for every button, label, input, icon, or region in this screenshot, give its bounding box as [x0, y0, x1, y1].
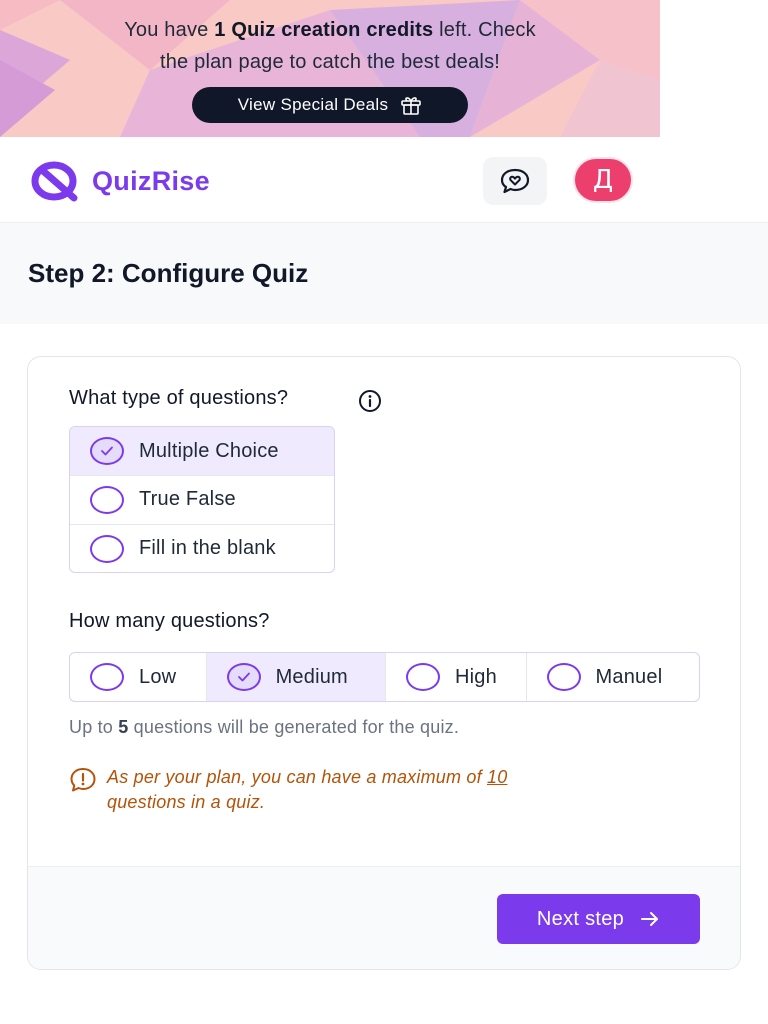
radio-checked-icon	[226, 663, 261, 691]
option-fill-in-the-blank[interactable]: Fill in the blank	[70, 524, 334, 572]
option-low[interactable]: Low	[70, 653, 206, 701]
quizrise-logo[interactable]: QuizRise	[30, 160, 210, 202]
card-footer: Next step	[28, 866, 740, 969]
plan-text-suffix: questions in a quiz.	[107, 792, 266, 812]
radio-checked-icon	[90, 437, 124, 465]
arrow-right-icon	[641, 912, 659, 926]
logo-text: QuizRise	[92, 165, 210, 196]
option-label: Manuel	[595, 665, 663, 688]
radio-empty-icon	[90, 485, 124, 514]
option-label: True False	[139, 488, 236, 510]
radio-empty-icon	[90, 534, 124, 563]
plan-limit-text: As per your plan, you can have a maximum…	[107, 765, 667, 815]
app-header: QuizRise Д	[0, 137, 660, 223]
banner-text-suffix: left. Check	[433, 19, 536, 41]
hint-count: 5	[118, 717, 129, 737]
option-label: Multiple Choice	[139, 439, 279, 462]
plan-text-prefix: As per your plan, you can have a maximum…	[107, 767, 487, 787]
quizrise-logo-icon	[31, 161, 78, 202]
radio-empty-icon	[90, 663, 124, 691]
question-type-label: What type of questions?	[69, 387, 289, 409]
user-avatar[interactable]: Д	[573, 157, 633, 203]
page-title: Step 2: Configure Quiz	[28, 258, 309, 288]
warning-chat-icon	[70, 768, 96, 792]
next-step-button[interactable]: Next step	[497, 894, 700, 944]
banner-message: You have 1 Quiz creation credits left. C…	[0, 14, 660, 78]
promo-banner: You have 1 Quiz creation credits left. C…	[0, 0, 660, 137]
option-multiple-choice[interactable]: Multiple Choice	[70, 427, 334, 475]
option-label: Medium	[275, 665, 348, 688]
view-special-deals-button[interactable]: View Special Deals	[192, 87, 468, 123]
option-label: High	[455, 665, 497, 688]
avatar-initial: Д	[592, 165, 614, 195]
question-count-options: Low Medium High Manuel	[69, 652, 700, 702]
chat-heart-icon	[500, 168, 530, 194]
deals-button-label: View Special Deals	[237, 95, 389, 114]
banner-credits-count: 1 Quiz creation credits	[214, 19, 434, 41]
feedback-chat-button[interactable]	[483, 157, 547, 205]
gift-icon	[401, 97, 422, 115]
option-true-false[interactable]: True False	[70, 475, 334, 523]
banner-text-line2: the plan page to catch the best deals!	[159, 51, 501, 73]
question-count-hint: Up to 5 questions will be generated for …	[69, 717, 459, 738]
configure-quiz-card: What type of questions? Multiple Choice …	[27, 356, 741, 970]
option-label: Low	[139, 665, 177, 688]
question-type-options: Multiple Choice True False Fill in the b…	[69, 426, 335, 573]
hint-prefix: Up to	[69, 717, 119, 737]
info-icon[interactable]	[358, 389, 382, 413]
option-manuel[interactable]: Manuel	[525, 653, 699, 701]
next-step-label: Next step	[536, 907, 625, 930]
option-medium[interactable]: Medium	[205, 653, 385, 701]
banner-text-prefix: You have	[124, 19, 215, 41]
plan-limit-link[interactable]: 10	[487, 767, 507, 787]
radio-empty-icon	[546, 663, 581, 691]
hint-suffix: questions will be generated for the quiz…	[128, 717, 460, 737]
step-header: Step 2: Configure Quiz	[0, 223, 768, 324]
option-high[interactable]: High	[385, 653, 526, 701]
question-count-label: How many questions?	[69, 610, 270, 632]
option-label: Fill in the blank	[139, 537, 276, 559]
radio-empty-icon	[406, 663, 440, 691]
